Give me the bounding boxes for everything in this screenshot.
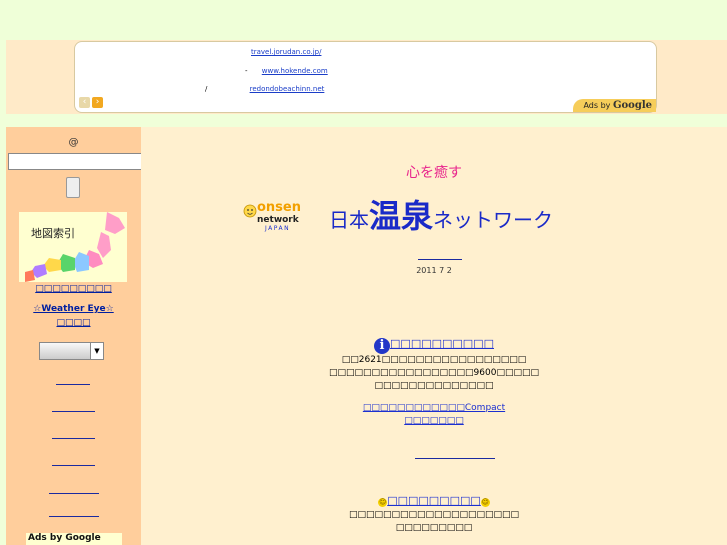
ad-line-3: / redondobeachinn.net xyxy=(205,85,324,93)
onsen-network-logo-icon: onsen network JAPAN xyxy=(243,200,301,232)
at-symbol: @ xyxy=(68,137,79,148)
ad-prev-button[interactable]: ‹ xyxy=(79,97,90,108)
site-title-suffix: ネットワーク xyxy=(433,208,554,232)
section-2-line-2: □□□□□□□□□ xyxy=(395,523,473,533)
region-select[interactable]: ▼ xyxy=(39,342,104,360)
smiley-icon: ☺ xyxy=(378,498,388,507)
top-band xyxy=(0,0,727,40)
weather-link-wrap: ☆Weather Eye☆ xyxy=(6,304,141,314)
compact-link-2[interactable]: □□□□□□□ xyxy=(404,416,464,426)
section-2-heading-text: □□□□□□□□□ xyxy=(387,494,481,507)
info-line-1: □□2621□□□□□□□□□□□□□□□□□ xyxy=(341,355,527,365)
sidebar: @ 地図索引 □□□□□□□□□ ☆Weather Eye☆ □□□□ ▼ Ad… xyxy=(6,127,172,545)
ad-link-1[interactable]: travel.jorudan.co.jp/ xyxy=(251,48,321,56)
japan-map-icon xyxy=(25,212,125,282)
search-button[interactable] xyxy=(66,177,80,198)
ad-banner: travel.jorudan.co.jp/ - www.hokende.com … xyxy=(74,41,657,113)
info-body: □□2621□□□□□□□□□□□□□□□□□ □□□□□□□□□□□□□□□□… xyxy=(141,354,727,428)
info-icon: i xyxy=(374,338,391,354)
sidebar-link-4[interactable] xyxy=(52,465,95,466)
weather-sub-wrap: □□□□ xyxy=(6,318,141,328)
info-line-2: □□□□□□□□□□□□□□□□□9600□□□□□ xyxy=(329,368,539,378)
google-label: Google xyxy=(612,100,652,111)
ad-line-2-prefix: - xyxy=(245,67,248,75)
sidebar-link-3[interactable] xyxy=(52,438,95,439)
map-index-link-wrap: □□□□□□□□□ xyxy=(6,284,141,294)
sidebar-link-6[interactable] xyxy=(49,516,99,517)
logo-japan-text: JAPAN xyxy=(264,225,290,232)
sidebar-link-1[interactable] xyxy=(56,384,90,385)
compact-link[interactable]: □□□□□□□□□□□□Compact xyxy=(363,403,505,413)
site-logo[interactable]: onsen network JAPAN 日本温泉ネットワーク xyxy=(241,191,661,235)
section-2-line-1: □□□□□□□□□□□□□□□□□□□□ xyxy=(348,510,520,520)
chevron-down-icon: ▼ xyxy=(90,343,103,359)
main-content: 心を癒す onsen network JAPAN 日本温泉ネットワーク 2011… xyxy=(141,127,727,545)
logo-network-text: network xyxy=(257,215,300,225)
weather-eye-link[interactable]: ☆Weather Eye☆ xyxy=(33,304,113,314)
info-line-3: □□□□□□□□□□□□□□ xyxy=(374,381,494,391)
ad-next-button[interactable]: › xyxy=(92,97,103,108)
section-2-heading[interactable]: ☺□□□□□□□□□☺ xyxy=(141,494,727,509)
update-date: 2011 7 2 xyxy=(416,266,452,275)
date-divider xyxy=(418,259,462,260)
smiley-icon-right: ☺ xyxy=(480,498,490,507)
main-link-rule[interactable] xyxy=(415,458,495,459)
map-index-box[interactable]: 地図索引 xyxy=(19,212,127,282)
site-title-prefix: 日本 xyxy=(329,208,369,232)
site-title-big: 温泉 xyxy=(369,197,434,235)
info-heading[interactable]: i □□□□□□□□□□ xyxy=(141,337,727,354)
sidebar-ads-label[interactable]: Ads by Google xyxy=(26,533,122,545)
ad-link-2[interactable]: www.hokende.com xyxy=(262,67,328,75)
tagline: 心を癒す xyxy=(406,165,462,181)
logo-onsen-text: onsen xyxy=(257,200,301,215)
ad-banner-frame: travel.jorudan.co.jp/ - www.hokende.com … xyxy=(6,40,727,114)
site-title: 日本温泉ネットワーク xyxy=(329,191,553,237)
sidebar-link-2[interactable] xyxy=(52,411,95,412)
weather-sub-link[interactable]: □□□□ xyxy=(56,318,90,328)
ad-link-3[interactable]: redondobeachinn.net xyxy=(250,85,325,93)
info-section: i □□□□□□□□□□ □□2621□□□□□□□□□□□□□□□□□ □□□□… xyxy=(141,337,727,428)
ad-line-2: - www.hokende.com xyxy=(245,67,328,75)
map-index-link[interactable]: □□□□□□□□□ xyxy=(35,284,112,294)
ads-by-google-badge[interactable]: Ads by Google xyxy=(573,99,656,112)
ad-nav: ‹ › xyxy=(79,97,103,108)
sidebar-link-5[interactable] xyxy=(49,493,99,494)
info-heading-text: □□□□□□□□□□ xyxy=(390,337,494,350)
ads-by-label: Ads by xyxy=(583,101,611,110)
ad-line-3-prefix: / xyxy=(205,85,208,93)
section-2: ☺□□□□□□□□□☺ □□□□□□□□□□□□□□□□□□□□ □□□□□□□… xyxy=(141,494,727,535)
ad-line-1: travel.jorudan.co.jp/ xyxy=(251,48,321,56)
